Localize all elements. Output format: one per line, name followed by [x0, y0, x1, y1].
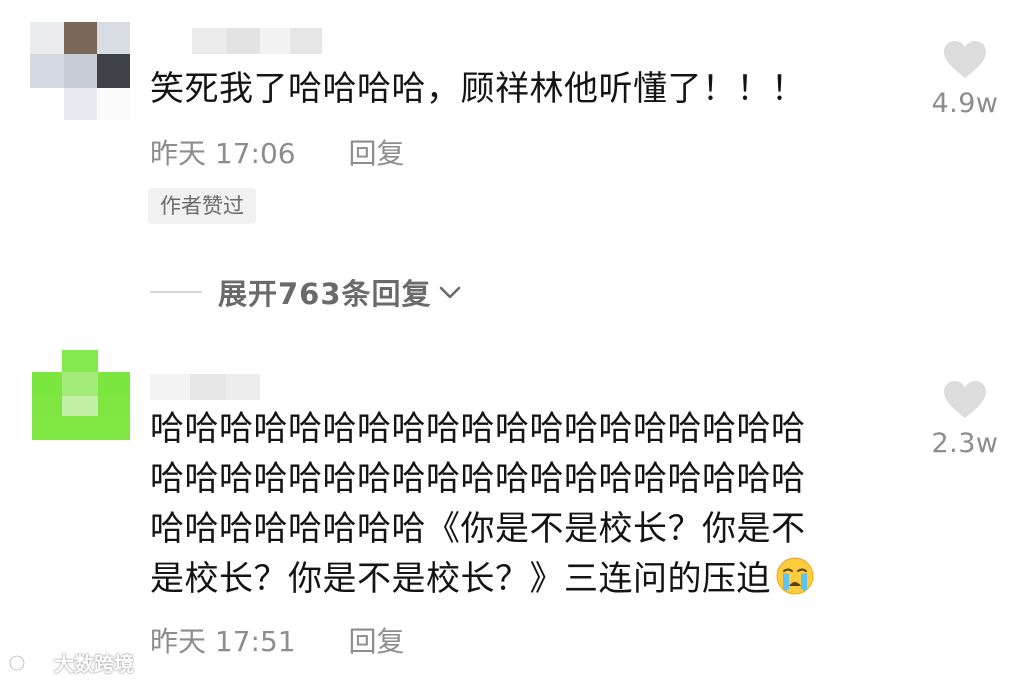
heart-icon [944, 41, 986, 78]
avatar[interactable] [32, 350, 130, 440]
chevron-down-icon [439, 286, 460, 299]
comment-time: 昨天 17:51 [150, 625, 296, 658]
comment-list: 笑死我了哈哈哈哈，顾祥林他听懂了！！！ 昨天 17:06 回复 作者赞过 4.9… [0, 0, 1024, 681]
watermark: 大数跨境 [8, 648, 134, 677]
like-button[interactable]: 2.3w [925, 380, 1005, 459]
like-button[interactable]: 4.9w [925, 40, 1005, 119]
comment-text: 笑死我了哈哈哈哈，顾祥林他听懂了！！！ [150, 64, 806, 114]
comment-text-line: 笑死我了哈哈哈哈，顾祥林他听懂了！！！ [150, 69, 806, 109]
comment-text-line: 是校长？你是不是校长？》三连问的压迫 [150, 554, 815, 604]
username-redacted[interactable] [192, 28, 322, 54]
comment-text-line: 哈哈哈哈哈哈哈哈哈哈哈哈哈哈哈哈哈哈哈 [150, 409, 806, 449]
divider [150, 291, 202, 293]
reply-button[interactable]: 回复 [349, 132, 405, 172]
author-liked-badge: 作者赞过 [148, 188, 256, 224]
like-count: 4.9w [931, 88, 999, 119]
comment-text-line: 哈哈哈哈哈哈哈哈哈哈哈哈哈哈哈哈哈哈哈 [150, 459, 806, 499]
comment-text: 哈哈哈哈哈哈哈哈哈哈哈哈哈哈哈哈哈哈哈 哈哈哈哈哈哈哈哈哈哈哈哈哈哈哈哈哈哈哈 … [150, 404, 815, 604]
watermark-logo-icon [8, 653, 48, 671]
comment-meta: 昨天 17:06 回复 [150, 132, 405, 172]
comment-meta: 昨天 17:51 回复 [150, 620, 405, 660]
watermark-text: 大数跨境 [54, 652, 134, 676]
like-count: 2.3w [931, 428, 999, 459]
avatar[interactable] [30, 22, 130, 120]
comment-time: 昨天 17:06 [150, 137, 296, 170]
expand-replies-button[interactable]: 展开763条回复 [150, 272, 464, 312]
comment-text-line: 哈哈哈哈哈哈哈哈《你是不是校长？你是不 [150, 509, 806, 549]
heart-icon [944, 381, 986, 418]
crying-face-icon [776, 557, 814, 595]
comment-text-segment: 是校长？你是不是校长？》三连问的压迫 [150, 559, 771, 599]
reply-button[interactable]: 回复 [349, 620, 405, 660]
expand-replies-label: 展开763条回复 [218, 277, 432, 311]
username-redacted[interactable] [150, 374, 260, 400]
